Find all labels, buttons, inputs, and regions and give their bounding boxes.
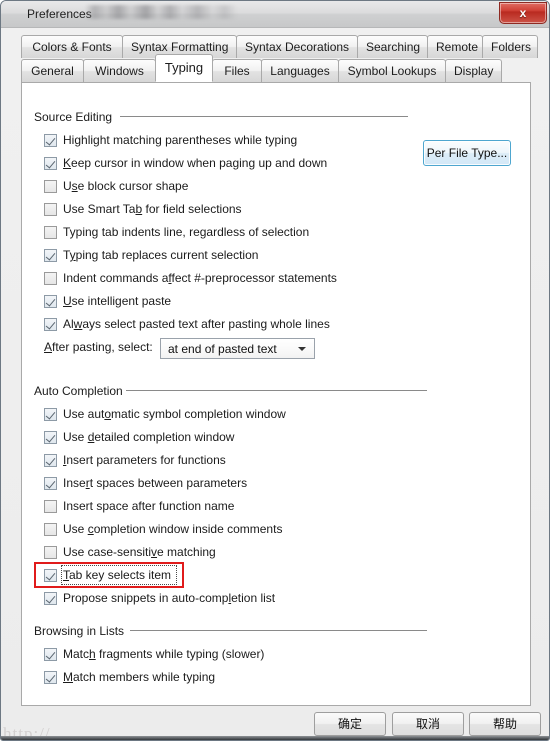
help-button[interactable]: 帮助 bbox=[469, 712, 541, 736]
chevron-down-icon bbox=[298, 347, 306, 351]
tab-languages[interactable]: Languages bbox=[261, 59, 339, 82]
checkbox-unchecked-icon[interactable] bbox=[44, 203, 57, 216]
tab-row-upper: Colors & Fonts Syntax Formatting Syntax De… bbox=[21, 35, 538, 59]
title-blurred-region bbox=[85, 5, 237, 19]
checkbox-label: Use intelligent paste bbox=[63, 294, 172, 308]
per-file-type-button[interactable]: Per File Type... bbox=[423, 140, 511, 166]
checkbox-label: Tab key selects item bbox=[63, 568, 172, 582]
tab-colors-fonts[interactable]: Colors & Fonts bbox=[21, 35, 123, 58]
after-pasting-selected-value: at end of pasted text bbox=[168, 342, 277, 356]
checkbox-label: Use block cursor shape bbox=[63, 179, 189, 193]
checkbox-label: Use automatic symbol completion window bbox=[63, 407, 286, 421]
group-separator-auto-completion bbox=[126, 390, 427, 391]
checkbox-checked-icon[interactable] bbox=[44, 648, 57, 661]
checkbox-label: Highlight matching parentheses while typ… bbox=[63, 133, 298, 147]
after-pasting-row: After pasting, select: at end of pasted … bbox=[22, 338, 352, 360]
checkbox-label: Typing tab replaces current selection bbox=[63, 248, 259, 262]
window-bottom-shadow bbox=[1, 736, 549, 740]
group-title-auto-completion: Auto Completion bbox=[34, 384, 123, 398]
checkbox-unchecked-icon[interactable] bbox=[44, 523, 57, 536]
after-pasting-label: After pasting, select: bbox=[44, 340, 153, 354]
checkbox-checked-icon[interactable] bbox=[44, 671, 57, 684]
checkbox-unchecked-icon[interactable] bbox=[44, 500, 57, 513]
tab-display[interactable]: Display bbox=[445, 59, 502, 82]
group-title-source-editing: Source Editing bbox=[34, 110, 113, 124]
checkbox-unchecked-icon[interactable] bbox=[44, 180, 57, 193]
checkbox-label: Propose snippets in auto-completion list bbox=[63, 591, 276, 605]
close-icon: x bbox=[519, 6, 527, 20]
group-separator-browsing-in-lists bbox=[130, 630, 427, 631]
title-bar[interactable]: Preferences x bbox=[1, 1, 549, 28]
checkbox-checked-icon[interactable] bbox=[44, 477, 57, 490]
checkbox-label: Typing tab indents line, regardless of s… bbox=[63, 225, 310, 239]
tab-windows[interactable]: Windows bbox=[83, 59, 156, 82]
typing-tab-panel: Source Editing Highlight matching parent… bbox=[21, 82, 531, 706]
checkbox-label: Keep cursor in window when paging up and… bbox=[63, 156, 328, 170]
tab-general[interactable]: General bbox=[21, 59, 84, 82]
close-button[interactable]: x bbox=[499, 2, 547, 24]
checkbox-label: Use completion window inside comments bbox=[63, 522, 283, 536]
dialog-body: Colors & Fonts Syntax Formatting Syntax De… bbox=[1, 28, 549, 740]
checkbox-unchecked-icon[interactable] bbox=[44, 272, 57, 285]
tab-searching[interactable]: Searching bbox=[357, 35, 428, 58]
checkbox-label: Insert spaces between parameters bbox=[63, 476, 248, 490]
checkbox-checked-icon[interactable] bbox=[44, 592, 57, 605]
checkbox-label: Match fragments while typing (slower) bbox=[63, 647, 265, 661]
cancel-button[interactable]: 取消 bbox=[392, 712, 464, 736]
checkbox-checked-icon[interactable] bbox=[44, 318, 57, 331]
tab-row-lower: General Windows Typing Files Languages Symbol… bbox=[21, 54, 502, 83]
after-pasting-select[interactable]: at end of pasted text bbox=[160, 338, 315, 359]
ok-button[interactable]: 确定 bbox=[314, 712, 386, 736]
tab-strip: Colors & Fonts Syntax Formatting Syntax De… bbox=[21, 35, 538, 87]
checkbox-label: Indent commands affect #-preprocessor st… bbox=[63, 271, 337, 285]
checkbox-checked-icon[interactable] bbox=[44, 134, 57, 147]
checkbox-checked-icon[interactable] bbox=[44, 569, 57, 582]
tab-typing[interactable]: Typing bbox=[155, 54, 213, 82]
checkbox-label: Always select pasted text after pasting … bbox=[63, 317, 330, 331]
checkbox-checked-icon[interactable] bbox=[44, 408, 57, 421]
tab-symbol-lookups[interactable]: Symbol Lookups bbox=[338, 59, 446, 82]
checkbox-checked-icon[interactable] bbox=[44, 249, 57, 262]
checkbox-label: Insert space after function name bbox=[63, 499, 235, 513]
checkbox-label: Use Smart Tab for field selections bbox=[63, 202, 242, 216]
checkbox-checked-icon[interactable] bbox=[44, 431, 57, 444]
tab-folders[interactable]: Folders bbox=[482, 35, 538, 58]
checkbox-unchecked-icon[interactable] bbox=[44, 226, 57, 239]
tab-files[interactable]: Files bbox=[212, 59, 262, 82]
checkbox-checked-icon[interactable] bbox=[44, 157, 57, 170]
preferences-dialog: Preferences x Colors & Fonts Syntax Forma… bbox=[0, 0, 550, 741]
checkbox-label: Use case-sensitive matching bbox=[63, 545, 216, 559]
group-title-browsing-in-lists: Browsing in Lists bbox=[34, 624, 125, 638]
window-title: Preferences bbox=[27, 7, 92, 21]
checkbox-label: Insert parameters for functions bbox=[63, 453, 226, 467]
checkbox-label: Match members while typing bbox=[63, 670, 216, 684]
group-separator-source-editing bbox=[120, 116, 408, 117]
checkbox-label: Use detailed completion window bbox=[63, 430, 235, 444]
checkbox-checked-icon[interactable] bbox=[44, 454, 57, 467]
tab-syntax-decorations[interactable]: Syntax Decorations bbox=[236, 35, 358, 58]
checkbox-unchecked-icon[interactable] bbox=[44, 546, 57, 559]
checkbox-checked-icon[interactable] bbox=[44, 295, 57, 308]
tab-remote[interactable]: Remote bbox=[427, 35, 483, 58]
